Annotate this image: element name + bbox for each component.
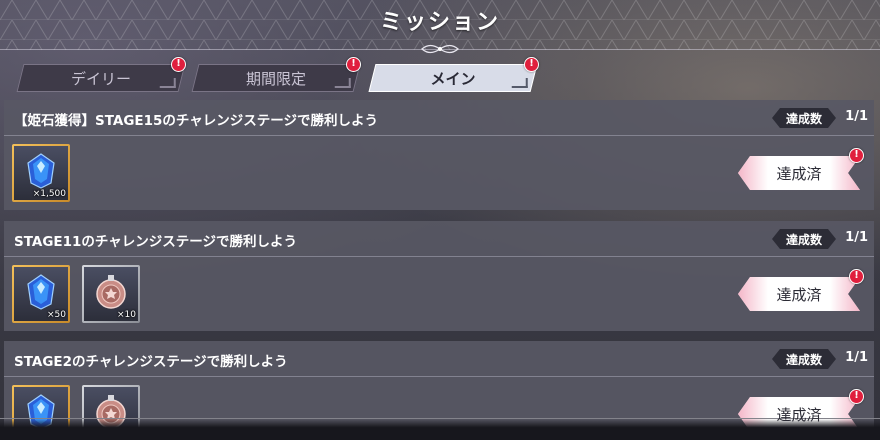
mission-title: STAGE11のチャレンジステージで勝利しよう [14, 234, 298, 250]
notification-badge: ! [849, 269, 864, 284]
achievement-count-label: 達成数 [772, 229, 836, 249]
blue-gem-icon [27, 153, 55, 189]
reward-item[interactable]: ×10 [82, 265, 140, 323]
achieved-label: 達成済 [776, 164, 822, 183]
achieved-button[interactable]: 達成済 ! [738, 269, 864, 311]
reward-quantity: ×50 [47, 310, 66, 320]
mission-title: STAGE2のチャレンジステージで勝利しよう [14, 354, 288, 370]
achievement-count-value: 1/1 [845, 230, 868, 245]
ornament-icon [421, 44, 459, 54]
header: ミッション [0, 0, 880, 56]
tab-label: デイリー [70, 69, 131, 88]
notification-badge: ! [849, 389, 864, 404]
reward-item[interactable]: ×50 [12, 265, 70, 323]
mission-card: 【姫石獲得】STAGE15のチャレンジステージで勝利しよう 達成数 1/1 ×1… [4, 100, 874, 210]
tab-label: 期間限定 [245, 69, 306, 88]
achieved-label: 達成済 [776, 285, 822, 304]
achievement-count-label: 達成数 [772, 108, 836, 128]
mission-title: 【姫石獲得】STAGE15のチャレンジステージで勝利しよう [14, 113, 379, 129]
notification-badge: ! [171, 57, 186, 72]
achievement-count-value: 1/1 [845, 350, 868, 365]
achievement-count-label: 達成数 [772, 349, 836, 369]
achieved-label: 達成済 [776, 405, 822, 424]
notification-badge: ! [524, 57, 539, 72]
mission-header: STAGE2のチャレンジステージで勝利しよう 達成数 1/1 [4, 341, 874, 377]
mission-card: STAGE11のチャレンジステージで勝利しよう 達成数 1/1 ×50 ×10 … [4, 221, 874, 331]
achieved-button[interactable]: 達成済 ! [738, 148, 864, 190]
reward-quantity: ×1,500 [32, 189, 66, 199]
tab-limited[interactable]: 期間限定 [191, 64, 361, 92]
blue-gem-icon [27, 274, 55, 310]
tab-label: メイン [430, 69, 476, 88]
notification-badge: ! [346, 57, 361, 72]
mission-header: 【姫石獲得】STAGE15のチャレンジステージで勝利しよう 達成数 1/1 [4, 100, 874, 136]
medal-icon [96, 275, 126, 309]
achieved-button[interactable]: 達成済 ! [738, 389, 864, 431]
tab-daily[interactable]: デイリー [16, 64, 186, 92]
tab-main[interactable]: メイン [368, 64, 538, 92]
achievement-count-value: 1/1 [845, 109, 868, 124]
notification-badge: ! [849, 148, 864, 163]
reward-quantity: ×10 [117, 310, 136, 320]
mission-list[interactable]: 【姫石獲得】STAGE15のチャレンジステージで勝利しよう 達成数 1/1 ×1… [0, 100, 880, 440]
page-title: ミッション [379, 10, 500, 35]
mission-header: STAGE11のチャレンジステージで勝利しよう 達成数 1/1 [4, 221, 874, 257]
reward-item[interactable]: ×1,500 [12, 144, 70, 202]
